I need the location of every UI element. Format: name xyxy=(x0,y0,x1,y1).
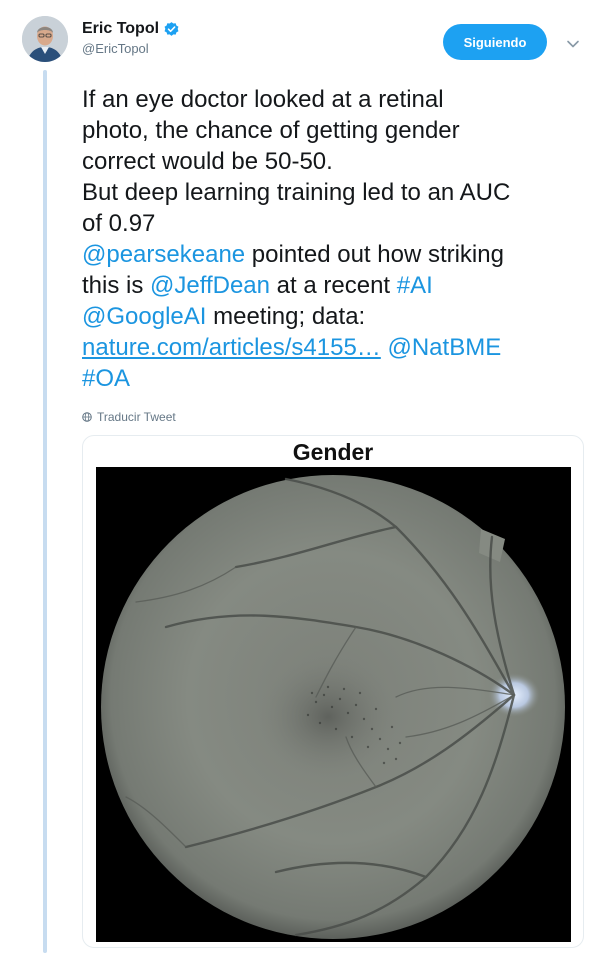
tweet-text-line: But deep learning training led to an AUC xyxy=(82,179,511,206)
tweet-text-line: @GoogleAI meeting; data: xyxy=(82,301,588,332)
tweet-text-line: #OA xyxy=(82,363,588,394)
tweet-text-line: nature.com/articles/s4155… @NatBME xyxy=(82,332,588,363)
mention-natbme[interactable]: @NatBME xyxy=(387,334,501,361)
tweet-text-line: photo, the chance of getting gender xyxy=(82,117,460,144)
translate-tweet[interactable]: Traducir Tweet xyxy=(82,410,176,424)
tweet-text-line: @pearsekeane pointed out how striking xyxy=(82,239,588,270)
verified-badge-icon xyxy=(163,21,180,38)
retinal-fundus-image xyxy=(96,467,571,942)
mention-jeffdean[interactable]: @JeffDean xyxy=(150,272,270,299)
media-title: Gender xyxy=(292,439,374,465)
thread-line xyxy=(43,70,47,953)
globe-icon xyxy=(82,412,92,422)
tweet-text-fragment: at a recent xyxy=(270,272,397,299)
tweet-text-fragment: pointed out how striking xyxy=(245,241,504,268)
chevron-down-icon[interactable] xyxy=(566,36,580,48)
author-name-row: Eric Topol xyxy=(82,20,180,38)
tweet-text-fragment: this is xyxy=(82,272,151,299)
tweet-text-line: correct would be 50-50. xyxy=(82,148,333,175)
tweet-text-line: of 0.97 xyxy=(82,210,156,237)
author-block: Eric Topol @EricTopol xyxy=(82,20,180,57)
hashtag-oa[interactable]: #OA xyxy=(82,365,130,392)
translate-tweet-label: Traducir Tweet xyxy=(97,410,176,424)
mention-googleai[interactable]: @GoogleAI xyxy=(82,303,206,330)
tweet-text-fragment: meeting; data: xyxy=(206,303,366,330)
following-button[interactable]: Siguiendo xyxy=(443,24,547,60)
avatar[interactable] xyxy=(22,16,68,62)
mention-pearsekeane[interactable]: @pearsekeane xyxy=(82,241,245,268)
tweet-text: If an eye doctor looked at a retinal pho… xyxy=(82,84,588,394)
media-card[interactable]: Gender xyxy=(82,435,584,948)
hashtag-ai[interactable]: #AI xyxy=(397,272,433,299)
tweet-text-line: If an eye doctor looked at a retinal xyxy=(82,86,444,113)
author-name[interactable]: Eric Topol xyxy=(82,20,159,38)
article-link[interactable]: nature.com/articles/s4155… xyxy=(82,334,381,361)
tweet-text-line: this is @JeffDean at a recent #AI xyxy=(82,270,588,301)
author-handle[interactable]: @EricTopol xyxy=(82,41,180,57)
